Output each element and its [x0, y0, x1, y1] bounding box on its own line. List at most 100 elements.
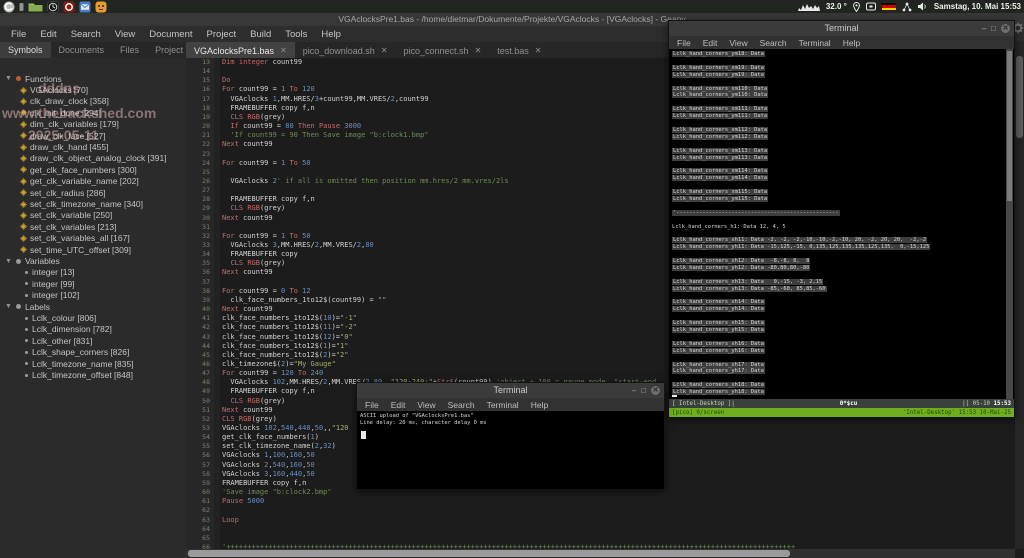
code-line[interactable]: 62: [186, 506, 1015, 515]
network-icon[interactable]: [902, 1, 912, 12]
terminal-small-titlebar[interactable]: Terminal – □ ✕: [357, 383, 664, 398]
location-pin-icon[interactable]: [853, 1, 860, 12]
expander-icon[interactable]: ▼: [5, 75, 12, 82]
menu-project[interactable]: Project: [200, 29, 244, 40]
close-icon[interactable]: ✕: [651, 386, 660, 395]
terminal-menu-terminal[interactable]: Terminal: [481, 400, 525, 410]
screenshot-tool-icon[interactable]: [866, 1, 876, 12]
symbol-item[interactable]: clk_draw_clock [358]: [21, 96, 109, 107]
sidebar-tab-documents[interactable]: Documents: [51, 42, 113, 58]
expander-icon[interactable]: ▼: [5, 258, 12, 265]
editor-tab-pico_connect.sh[interactable]: pico_connect.sh✕: [396, 42, 490, 58]
symbol-item[interactable]: Lclk_timezone_name [835]: [25, 358, 134, 369]
terminal-line: Lclk_hand_corners_xh14: Data: [672, 299, 765, 306]
horizontal-scrollbar-thumb[interactable]: [188, 550, 790, 557]
symbol-item[interactable]: integer [13]: [25, 267, 75, 278]
editor-horizontal-scrollbar[interactable]: [186, 549, 1015, 558]
temperature-indicator[interactable]: 32.0 °: [826, 2, 847, 11]
editor-tab-VGAclocksPre1.bas[interactable]: VGAclocksPre1.bas✕: [186, 42, 295, 58]
window-list-icon[interactable]: [19, 1, 24, 12]
symbol-item[interactable]: draw_clk_object_analog_clock [391]: [21, 153, 167, 164]
symbol-item[interactable]: Lclk_dimension [782]: [25, 324, 112, 335]
tab-close-icon[interactable]: ✕: [475, 46, 482, 55]
symbol-item[interactable]: set_clk_variables_all [167]: [21, 233, 130, 244]
menu-tools[interactable]: Tools: [278, 29, 314, 40]
symbol-item[interactable]: clk_init_done [294]: [21, 107, 101, 118]
terminal-menu-search[interactable]: Search: [754, 38, 793, 48]
symbol-item[interactable]: draw_clk_face [527]: [21, 130, 106, 141]
file-manager-icon[interactable]: [28, 1, 43, 12]
symbol-item[interactable]: set_clk_radius [286]: [21, 187, 106, 198]
terminal-menu-view[interactable]: View: [411, 400, 441, 410]
tab-close-icon[interactable]: ✕: [535, 46, 542, 55]
sidebar-tab-project[interactable]: Project: [147, 42, 191, 58]
symbol-item[interactable]: VGAclocks [70]: [21, 84, 88, 95]
editor-tab-pico_download.sh[interactable]: pico_download.sh✕: [295, 42, 396, 58]
code-line[interactable]: 61Pause 5000: [186, 497, 1015, 506]
chat-icon[interactable]: [95, 1, 107, 12]
terminal-right-titlebar[interactable]: Terminal – □ ✕: [669, 21, 1014, 36]
symbol-item[interactable]: Lclk_shape_corners [826]: [25, 347, 129, 358]
minimize-icon[interactable]: –: [982, 25, 986, 33]
menu-search[interactable]: Search: [64, 29, 108, 40]
terminal-menu-terminal[interactable]: Terminal: [793, 38, 837, 48]
app-menu-icon[interactable]: [3, 1, 15, 12]
clock-app-icon[interactable]: [47, 1, 59, 12]
menu-build[interactable]: Build: [243, 29, 278, 40]
menu-help[interactable]: Help: [314, 29, 348, 40]
code-line[interactable]: 63Loop: [186, 516, 1015, 525]
terminal-right-output[interactable]: Lclk_hand_corners_ym18: DataLclk_hand_co…: [669, 49, 1014, 399]
symbol-item[interactable]: set_clk_variable [250]: [21, 210, 112, 221]
terminal-menu-help[interactable]: Help: [837, 38, 866, 48]
panel-clock[interactable]: Samstag, 10. Mai 15:53: [934, 2, 1021, 11]
editor-tab-test.bas[interactable]: test.bas✕: [489, 42, 549, 58]
symbol-item[interactable]: draw_clk_hand [455]: [21, 141, 108, 152]
mail-icon[interactable]: [79, 1, 91, 12]
cpu-graph-icon[interactable]: [798, 1, 820, 12]
terminal-scrollbar-thumb[interactable]: [1007, 51, 1012, 201]
symbol-item[interactable]: Lclk_colour [806]: [25, 312, 96, 323]
symbol-item[interactable]: integer [102]: [25, 290, 79, 301]
sidebar-tab-files[interactable]: Files: [112, 42, 147, 58]
volume-icon[interactable]: [918, 1, 928, 12]
code-line[interactable]: 65: [186, 534, 1015, 543]
menu-file[interactable]: File: [4, 29, 33, 40]
keyboard-layout-flag-icon[interactable]: [882, 3, 896, 11]
tab-close-icon[interactable]: ✕: [280, 46, 287, 55]
terminal-menu-help[interactable]: Help: [525, 400, 554, 410]
symbol-group-variables[interactable]: ▼Variables: [5, 255, 60, 266]
terminal-menu-view[interactable]: View: [723, 38, 753, 48]
terminal-scrollbar[interactable]: [1006, 49, 1013, 399]
recorder-icon[interactable]: [63, 1, 75, 12]
terminal-menu-edit[interactable]: Edit: [385, 400, 412, 410]
terminal-menu-file[interactable]: File: [671, 38, 697, 48]
terminal-menu-edit[interactable]: Edit: [697, 38, 724, 48]
symbol-item[interactable]: dim_clk_variables [179]: [21, 119, 119, 130]
maximize-icon[interactable]: □: [991, 25, 996, 33]
sidebar-tab-symbols[interactable]: Symbols: [0, 42, 51, 58]
terminal-menu-file[interactable]: File: [359, 400, 385, 410]
maximize-icon[interactable]: □: [641, 387, 646, 395]
menu-view[interactable]: View: [108, 29, 142, 40]
tab-close-icon[interactable]: ✕: [381, 46, 388, 55]
symbol-group-labels[interactable]: ▼Labels: [5, 301, 50, 312]
symbol-item[interactable]: get_clk_face_numbers [300]: [21, 164, 137, 175]
symbol-item[interactable]: Lclk_other [831]: [25, 335, 92, 346]
close-icon[interactable]: ✕: [1001, 24, 1010, 33]
symbol-group-functions[interactable]: ▼Functions: [5, 73, 62, 84]
symbol-item[interactable]: set_clk_variables [213]: [21, 221, 116, 232]
symbol-item[interactable]: get_clk_variable_name [202]: [21, 176, 139, 187]
expander-icon[interactable]: ▼: [5, 303, 12, 310]
code-line[interactable]: 64: [186, 525, 1015, 534]
symbol-item[interactable]: integer [99]: [25, 278, 75, 289]
symbol-item[interactable]: set_clk_timezone_name [340]: [21, 198, 143, 209]
menu-edit[interactable]: Edit: [33, 29, 63, 40]
symbol-item[interactable]: Lclk_timezone_offset [848]: [25, 369, 133, 380]
menu-document[interactable]: Document: [142, 29, 199, 40]
minimize-icon[interactable]: –: [632, 387, 636, 395]
terminal-menu-search[interactable]: Search: [442, 400, 481, 410]
symbol-item[interactable]: set_time_UTC_offset [309]: [21, 244, 131, 255]
terminal-small-output[interactable]: ASCII upload of "VGAclocksPre1.bas" Line…: [357, 411, 664, 489]
editor-vertical-scrollbar[interactable]: [1015, 42, 1024, 549]
vertical-scrollbar-thumb[interactable]: [1016, 56, 1023, 138]
